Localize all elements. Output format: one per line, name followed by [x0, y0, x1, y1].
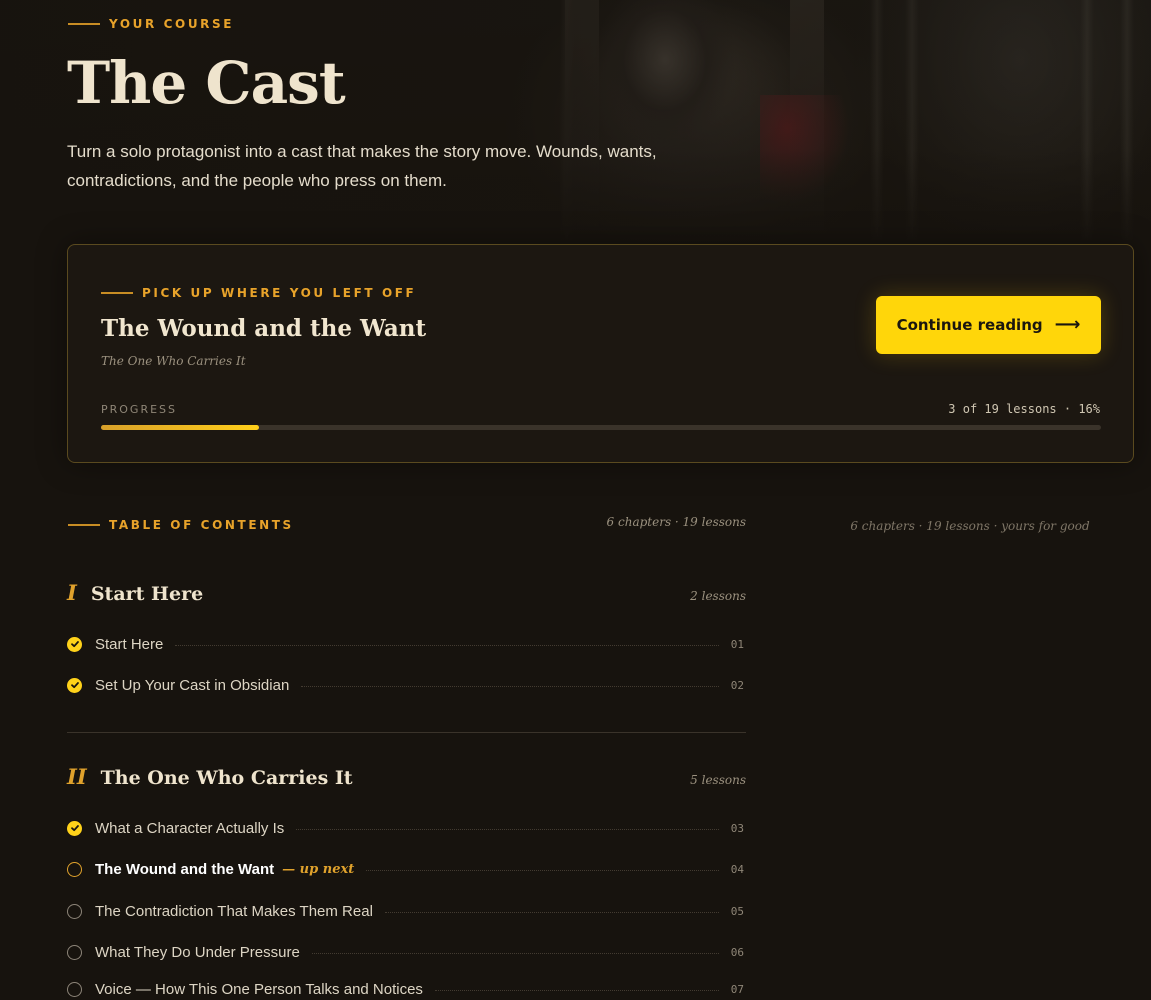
lesson-number: 07	[730, 982, 744, 996]
lesson-title: What They Do Under Pressure	[95, 943, 300, 961]
lesson-item[interactable]: The Contradiction That Makes Them Real 0…	[67, 900, 746, 922]
sidebar-meta: 6 chapters · 19 lessons · yours for good	[850, 519, 1090, 533]
lesson-item[interactable]: What They Do Under Pressure 06	[67, 941, 746, 963]
eyebrow-rule	[68, 524, 100, 526]
resume-eyebrow-label: PICK UP WHERE YOU LEFT OFF	[142, 286, 417, 300]
dotted-leader	[434, 989, 719, 991]
dotted-leader	[301, 685, 719, 687]
lesson-number: 02	[730, 678, 744, 692]
chapter-header: II The One Who Carries It 5 lessons	[67, 764, 746, 794]
progress-count: 3 of 19 lessons · 16%	[948, 402, 1100, 416]
arrow-right-icon: ⟶	[1054, 314, 1081, 335]
lesson-item[interactable]: Voice — How This One Person Talks and No…	[67, 978, 746, 1000]
lesson-number: 01	[730, 637, 744, 651]
lesson-title: What a Character Actually Is	[95, 819, 285, 837]
empty-circle-icon	[67, 981, 82, 997]
course-description: Turn a solo protagonist into a cast that…	[67, 142, 657, 190]
lesson-title: The Contradiction That Makes Them Real	[95, 902, 373, 920]
eyebrow-rule	[68, 23, 100, 25]
empty-circle-icon	[67, 944, 82, 960]
lesson-title: Voice — How This One Person Talks and No…	[95, 980, 423, 998]
completed-check-icon	[67, 820, 82, 836]
dotted-leader	[175, 644, 719, 646]
lesson-title: The Wound and the Want	[95, 860, 275, 878]
chapter-numeral: II	[67, 764, 87, 789]
hero-eyebrow-label: YOUR COURSE	[109, 17, 235, 31]
lesson-item[interactable]: Set Up Your Cast in Obsidian 02	[67, 674, 746, 696]
toc-meta: 6 chapters · 19 lessons	[606, 515, 746, 529]
hero-eyebrow: YOUR COURSE	[68, 17, 234, 31]
lesson-number: 05	[730, 904, 744, 918]
dotted-leader	[366, 869, 719, 871]
dotted-leader	[384, 911, 719, 913]
chapter-numeral: I	[67, 580, 77, 605]
resume-chapter-name: The One Who Carries It	[101, 354, 246, 368]
course-title: The Cast	[67, 49, 346, 117]
completed-check-icon	[67, 636, 82, 652]
lesson-number: 06	[730, 945, 744, 959]
toc-eyebrow: TABLE OF CONTENTS	[68, 518, 294, 532]
toc-eyebrow-label: TABLE OF CONTENTS	[109, 518, 294, 532]
lesson-title: Set Up Your Cast in Obsidian	[95, 676, 290, 694]
chapter-title: The One Who Carries It	[100, 767, 353, 789]
lesson-item[interactable]: Start Here 01	[67, 633, 746, 655]
resume-lesson-title[interactable]: The Wound and the Want	[101, 315, 426, 342]
up-next-badge: — up next	[282, 861, 355, 877]
lesson-number: 04	[730, 862, 744, 876]
progress-bar-fill	[101, 425, 259, 430]
dotted-leader	[311, 952, 719, 954]
resume-eyebrow: PICK UP WHERE YOU LEFT OFF	[101, 286, 416, 300]
lesson-item[interactable]: What a Character Actually Is 03	[67, 817, 746, 839]
chapter-lesson-count: 5 lessons	[690, 773, 746, 787]
progress-bar	[101, 425, 1101, 430]
resume-card: PICK UP WHERE YOU LEFT OFF The Wound and…	[67, 244, 1134, 463]
eyebrow-rule	[101, 292, 133, 294]
lesson-number: 03	[730, 821, 744, 835]
chapter-title: Start Here	[90, 583, 204, 605]
continue-reading-button[interactable]: Continue reading ⟶	[876, 296, 1101, 354]
empty-circle-icon	[67, 903, 82, 919]
chapter-header: I Start Here 2 lessons	[67, 580, 746, 610]
lesson-title: Start Here	[95, 635, 164, 653]
chapter-lesson-count: 2 lessons	[690, 589, 746, 603]
progress-label: PROGRESS	[101, 403, 178, 416]
dotted-leader	[296, 828, 719, 830]
lesson-item-current[interactable]: The Wound and the Want — up next 04	[67, 858, 746, 880]
continue-reading-label: Continue reading	[896, 316, 1043, 334]
completed-check-icon	[67, 677, 82, 693]
up-next-circle-icon	[67, 861, 82, 877]
chapter-divider	[67, 732, 746, 733]
